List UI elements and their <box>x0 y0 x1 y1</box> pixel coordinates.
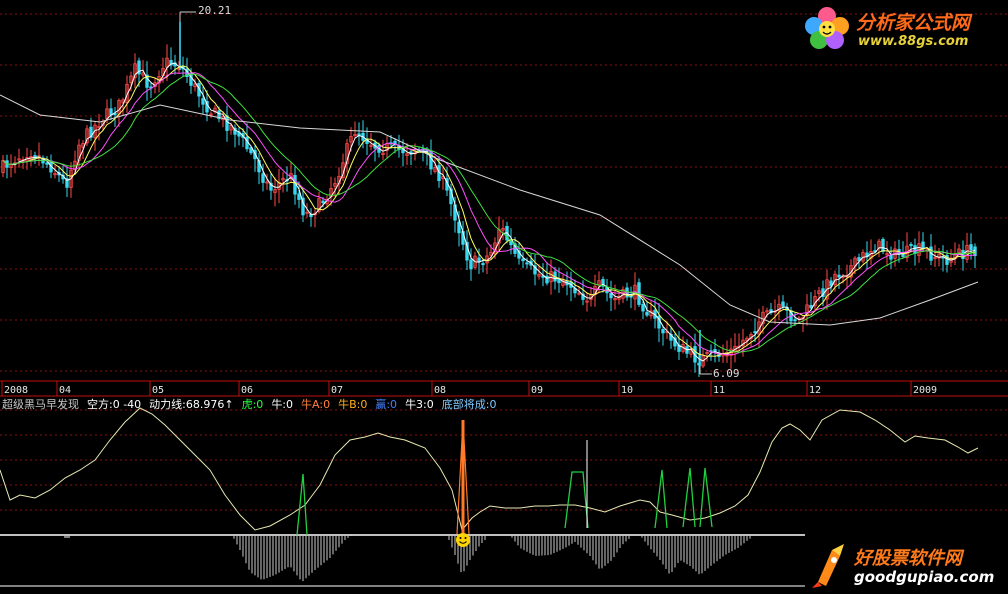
candle-body <box>781 301 785 307</box>
candle-body <box>973 246 977 257</box>
candle-body <box>297 193 301 200</box>
x-tick-label: 2009 <box>913 385 937 396</box>
candle-body <box>321 200 325 204</box>
watermark-top-url: www.88gs.com <box>858 34 969 49</box>
candle-body <box>201 98 205 105</box>
legend-entry: 底部将成:0 <box>442 397 497 411</box>
x-tick-label: 07 <box>331 385 343 396</box>
smiley-eye-left <box>459 537 462 539</box>
candle-body <box>609 293 613 299</box>
candle-body <box>641 303 645 312</box>
watermark-top: 分析家公式网 www.88gs.com <box>800 6 1000 52</box>
x-tick-label: 09 <box>531 385 543 396</box>
candle-body <box>881 238 885 252</box>
rocket-logo-icon <box>812 544 844 588</box>
x-tick-label: 11 <box>713 385 725 396</box>
candle-body <box>753 331 757 334</box>
x-tick-label: 12 <box>809 385 821 396</box>
candle-body <box>45 162 49 165</box>
legend-entry: 牛3:0 <box>405 397 434 411</box>
legend-entry: 超级黑马早发现 <box>2 397 79 411</box>
flower-logo-icon <box>805 7 849 49</box>
legend-entry: 牛:0 <box>271 397 293 411</box>
smiley-icon <box>456 533 470 547</box>
watermark-bottom-title: 好股票软件网 <box>854 548 962 569</box>
watermark-bottom: 好股票软件网 goodgupiao.com <box>810 542 1000 590</box>
candle-body <box>661 329 665 334</box>
candle-body <box>525 262 529 265</box>
x-tick-label: 04 <box>59 385 71 396</box>
candle-body <box>889 254 893 260</box>
candle-body <box>225 115 229 131</box>
candle-body <box>481 263 485 266</box>
candle-body <box>521 258 525 262</box>
indicator-legend: 超级黑马早发现 空方:0 -40 动力线:68.976↑ 虎:0 牛:0 牛A:0 牛B:0… <box>2 397 496 411</box>
x-tick-label: 08 <box>434 385 446 396</box>
legend-entry: 牛A:0 <box>301 397 330 411</box>
candle-body <box>969 244 973 251</box>
smiley-eye-right <box>464 537 467 539</box>
candle-body <box>913 245 917 254</box>
stock-chart: 20.21 6.09 2008 04 05 06 07 08 09 10 11 12 2009 超级… <box>0 0 1008 594</box>
low-label: 6.09 <box>713 367 740 380</box>
watermark-bottom-url: goodgupiao.com <box>854 568 995 586</box>
legend-entry: 空方:0 -40 <box>87 397 141 411</box>
x-tick-label: 2008 <box>4 385 28 396</box>
x-tick-label: 05 <box>152 385 164 396</box>
candle-body <box>793 319 797 322</box>
candle-body <box>909 244 913 247</box>
candle-body <box>645 311 649 316</box>
candle-body <box>469 259 473 270</box>
legend-entry: 虎:0 <box>242 398 264 411</box>
candle-body <box>837 274 841 278</box>
candle-body <box>477 257 481 262</box>
x-tick-label: 06 <box>241 385 253 396</box>
legend-entry: 牛B:0 <box>338 397 367 411</box>
high-label: 20.21 <box>198 4 231 17</box>
legend-entry: 赢:0 <box>375 397 397 411</box>
watermark-top-title: 分析家公式网 <box>856 12 971 34</box>
legend-entry: 动力线:68.976↑ <box>149 397 233 411</box>
x-tick-label: 10 <box>621 385 633 396</box>
candle-body <box>261 173 265 183</box>
